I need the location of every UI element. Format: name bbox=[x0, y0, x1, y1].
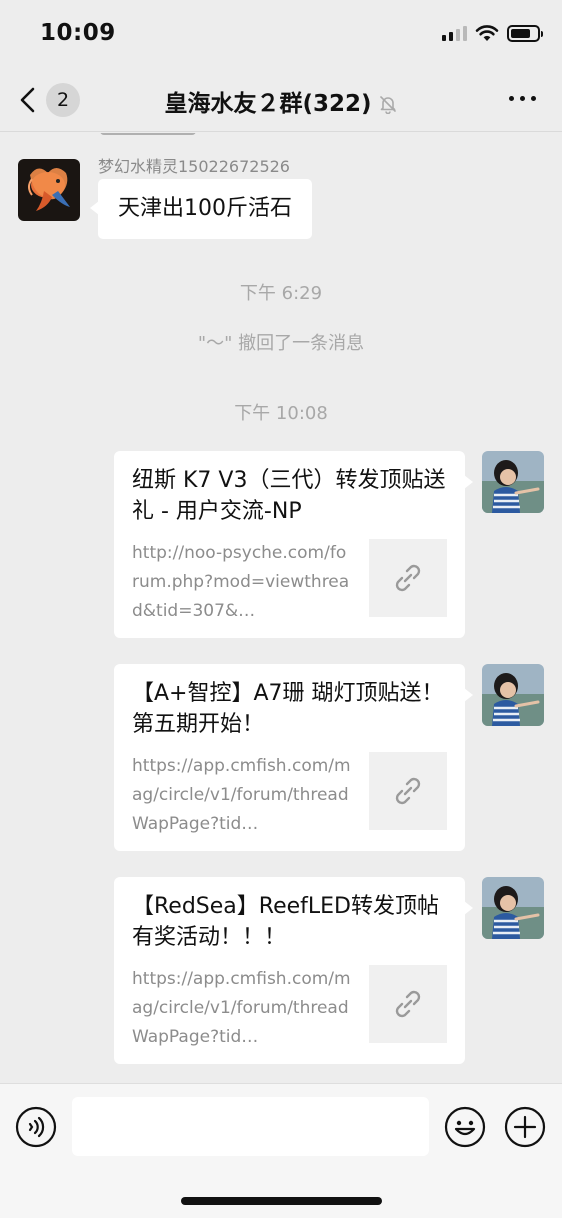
child-photo-avatar bbox=[482, 877, 544, 939]
status-time: 10:09 bbox=[40, 20, 116, 46]
previous-message-fragment bbox=[100, 133, 196, 135]
wifi-icon bbox=[475, 25, 499, 41]
my-avatar[interactable] bbox=[482, 451, 544, 513]
chat-message-list[interactable]: 梦幻水精灵15022672526 天津出100斤活石 下午 6:29 "～" 撤… bbox=[0, 133, 562, 1083]
link-card-body: http://noo-psyche.com/forum.php?mod=view… bbox=[132, 539, 447, 626]
link-card-url: https://app.cmfish.com/mag/circle/v1/for… bbox=[132, 756, 351, 834]
more-dot bbox=[531, 96, 536, 101]
link-icon bbox=[395, 777, 421, 805]
fish-avatar bbox=[18, 159, 80, 221]
my-avatar[interactable] bbox=[482, 877, 544, 939]
sender-name: 梦幻水精灵15022672526 bbox=[98, 157, 290, 176]
more-dot bbox=[520, 96, 525, 101]
voice-icon[interactable] bbox=[15, 1106, 57, 1148]
timestamp-label: 下午 6:29 bbox=[239, 283, 323, 304]
more-dots-icon bbox=[509, 96, 514, 101]
emoji-icon[interactable] bbox=[444, 1106, 486, 1148]
bell-slash-icon bbox=[379, 96, 396, 114]
sender-avatar[interactable] bbox=[18, 159, 80, 221]
more-options-button[interactable] bbox=[509, 96, 536, 101]
child-photo-avatar bbox=[482, 664, 544, 726]
chat-title: 皇海水友２群(322) bbox=[164, 91, 372, 117]
link-icon bbox=[395, 564, 421, 592]
link-card[interactable]: 纽斯 K7 V3（三代）转发顶贴送礼 - 用户交流-NP http://noo-… bbox=[114, 451, 473, 638]
link-card-body: https://app.cmfish.com/mag/circle/v1/for… bbox=[132, 752, 447, 839]
recall-notice: "～" 撤回了一条消息 bbox=[197, 333, 365, 354]
message-input[interactable] bbox=[72, 1097, 429, 1156]
link-card-title: 【RedSea】ReefLED转发顶帖有奖活动！！！ bbox=[132, 894, 439, 950]
battery-icon bbox=[507, 24, 543, 42]
cellular-signal-icon bbox=[442, 25, 467, 41]
link-card-thumbnail bbox=[369, 539, 447, 617]
plus-icon[interactable] bbox=[504, 1106, 546, 1148]
nav-title-wrap: 皇海水友２群(322) bbox=[0, 84, 562, 118]
home-indicator[interactable] bbox=[181, 1197, 382, 1205]
link-icon bbox=[395, 990, 421, 1018]
link-card[interactable]: 【A+智控】A7珊 瑚灯顶贴送！第五期开始！ https://app.cmfis… bbox=[114, 664, 473, 851]
link-card-body: https://app.cmfish.com/mag/circle/v1/for… bbox=[132, 965, 447, 1052]
link-card-thumbnail bbox=[369, 752, 447, 830]
timestamp-label: 下午 10:08 bbox=[234, 403, 328, 424]
status-bar: 10:09 bbox=[0, 0, 562, 68]
link-card[interactable]: 【RedSea】ReefLED转发顶帖有奖活动！！！ https://app.c… bbox=[114, 877, 473, 1064]
link-card-url: https://app.cmfish.com/mag/circle/v1/for… bbox=[132, 969, 351, 1047]
link-card-url: http://noo-psyche.com/forum.php?mod=view… bbox=[132, 543, 350, 621]
link-card-thumbnail bbox=[369, 965, 447, 1043]
message-bubble[interactable]: 天津出100斤活石 bbox=[90, 179, 312, 239]
child-photo-avatar bbox=[482, 451, 544, 513]
chat-nav-bar: 2 皇海水友２群(322) bbox=[0, 68, 562, 132]
status-icons bbox=[442, 24, 543, 42]
link-card-title: 纽斯 K7 V3（三代）转发顶贴送礼 - 用户交流-NP bbox=[132, 468, 446, 524]
my-avatar[interactable] bbox=[482, 664, 544, 726]
link-card-title: 【A+智控】A7珊 瑚灯顶贴送！第五期开始！ bbox=[132, 681, 444, 737]
